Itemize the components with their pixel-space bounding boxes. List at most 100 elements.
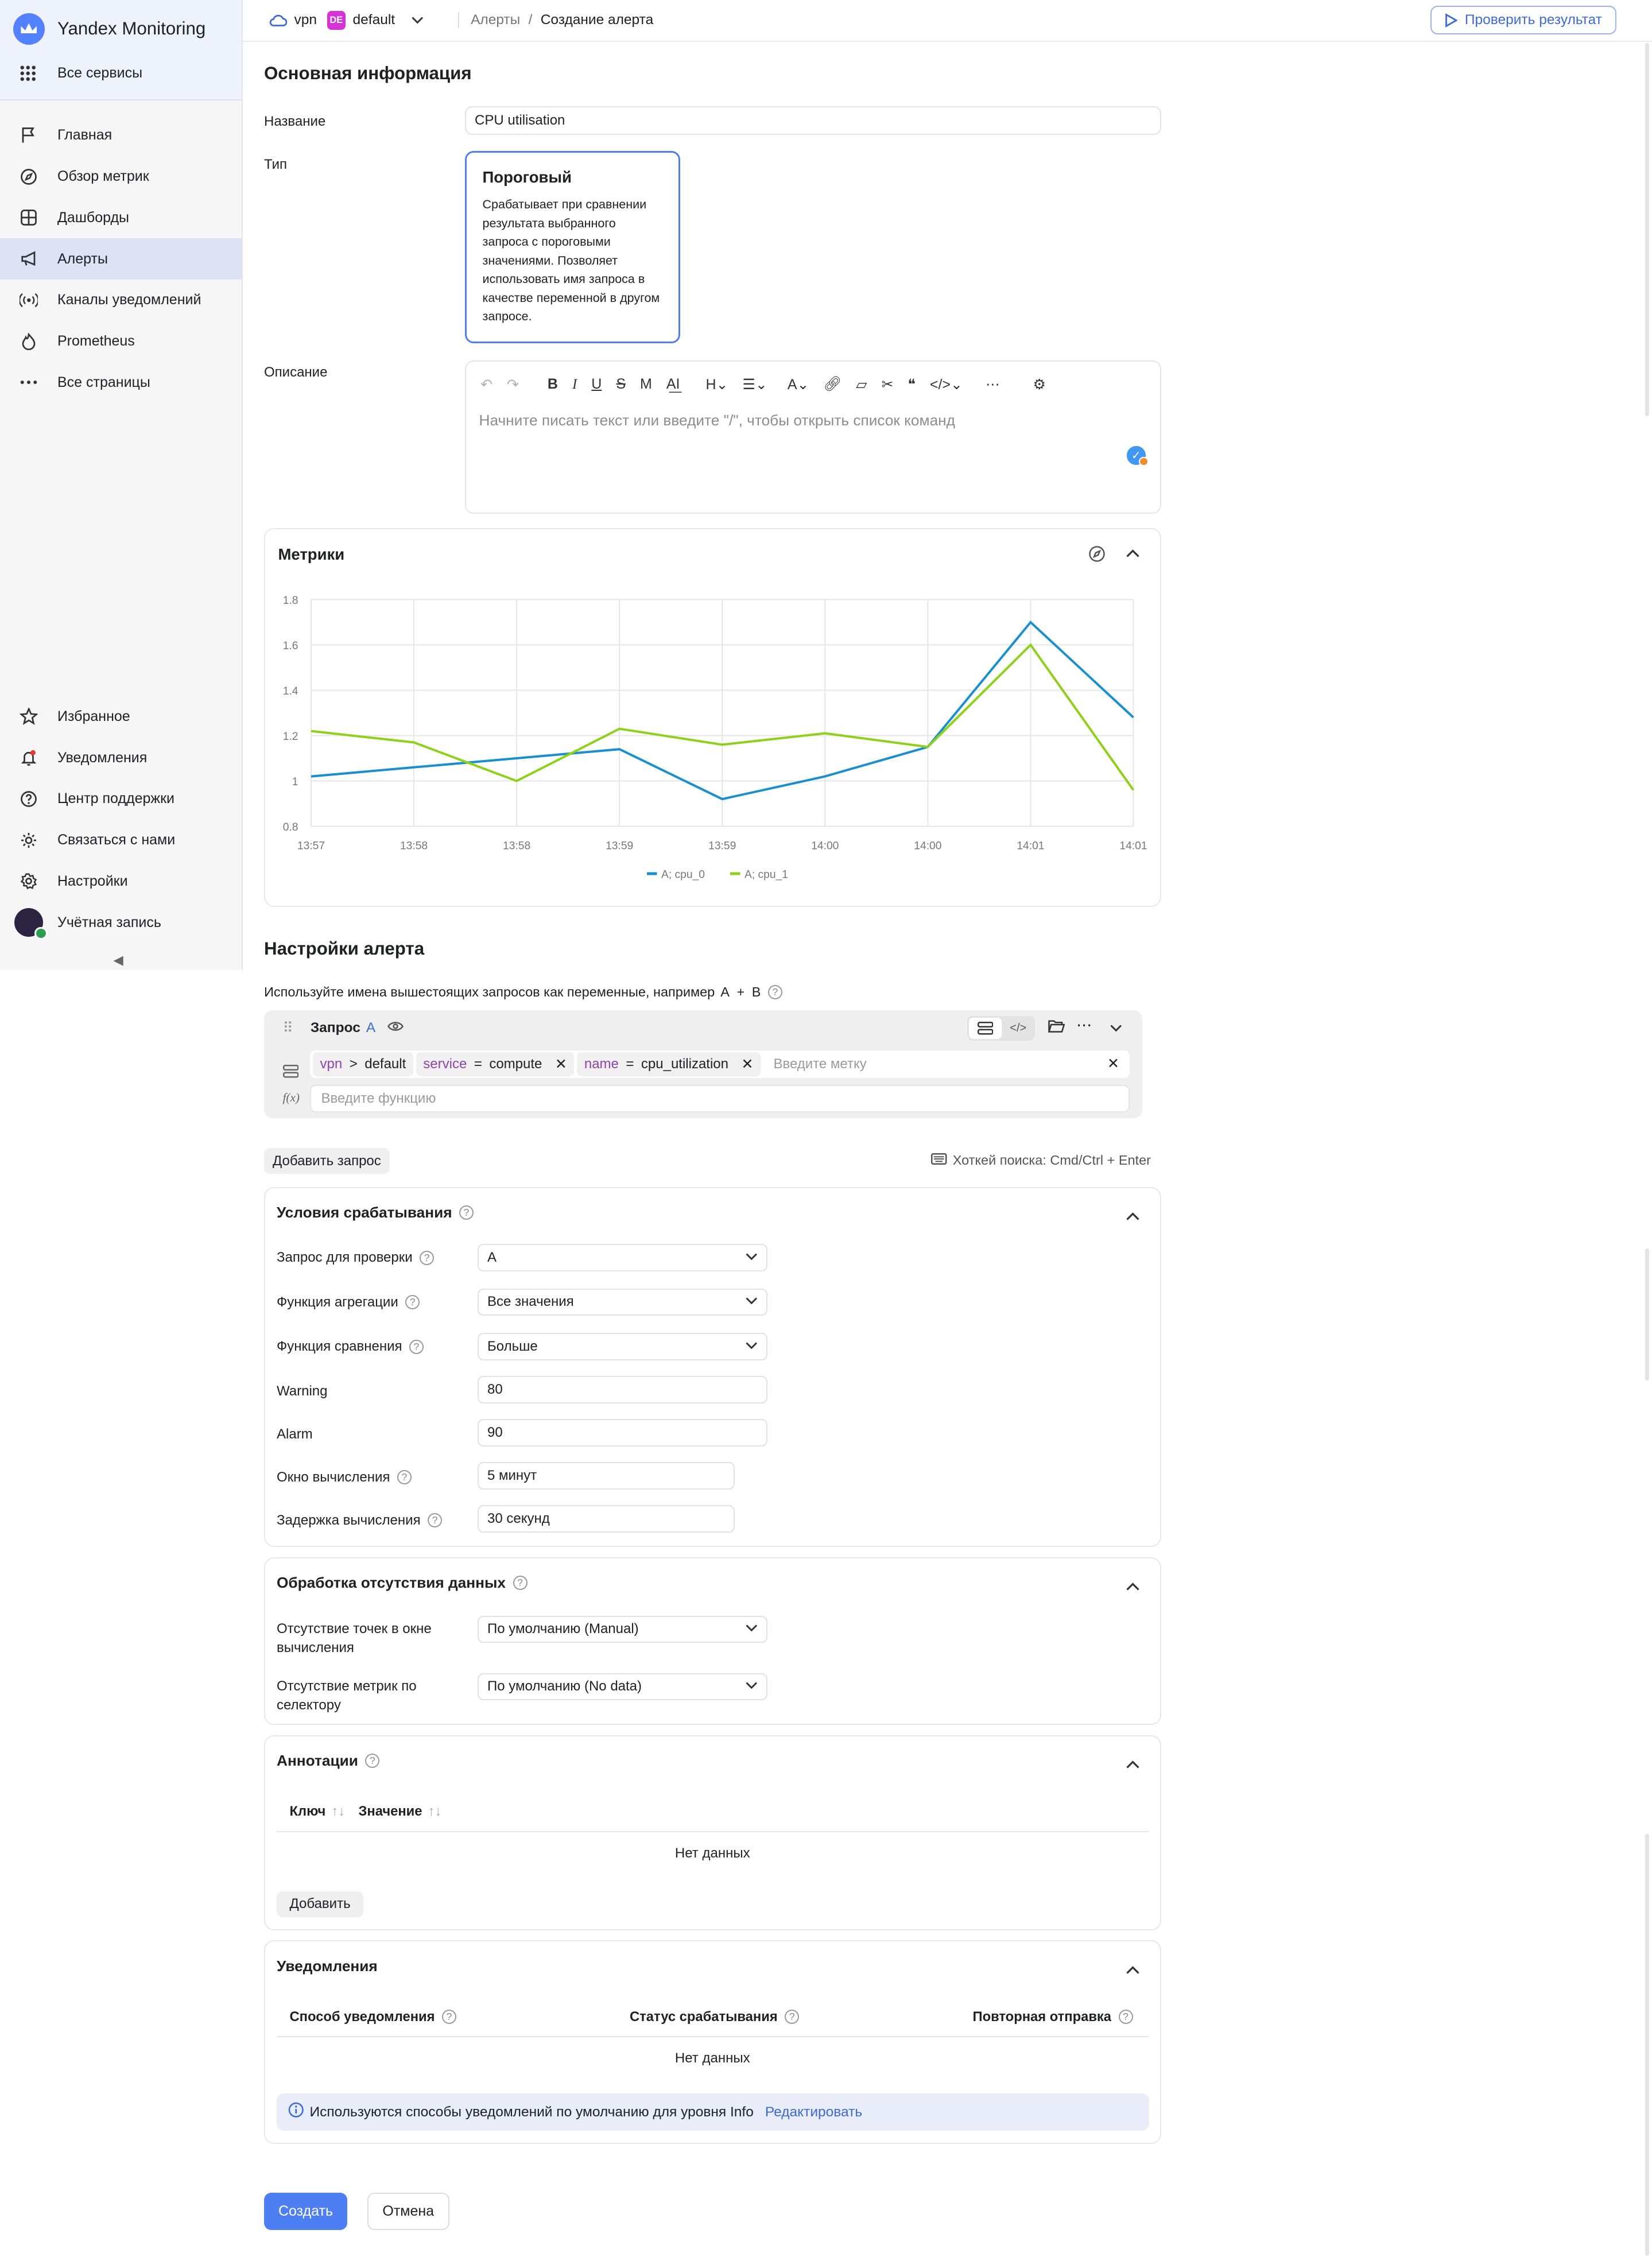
- close-icon[interactable]: ✕: [555, 1056, 567, 1073]
- sidebar-item-metrics[interactable]: Обзор метрик: [0, 156, 242, 197]
- strikethrough-icon[interactable]: S: [616, 376, 626, 393]
- sidebar-item-settings[interactable]: Настройки: [0, 861, 243, 902]
- condition-label-text: Окно вычисления: [277, 1469, 390, 1485]
- sidebar-item-notifications[interactable]: Уведомления: [0, 737, 243, 778]
- name-input[interactable]: CPU utilisation: [465, 106, 1161, 135]
- column-key[interactable]: Ключ ↑↓: [290, 1804, 346, 1820]
- underline-icon[interactable]: U: [591, 376, 602, 393]
- edit-link[interactable]: Редактировать: [765, 2104, 862, 2120]
- brand[interactable]: Yandex Monitoring: [0, 13, 242, 45]
- note-icon[interactable]: ▱: [856, 376, 867, 393]
- add-annotation-button[interactable]: Добавить: [277, 1891, 364, 1917]
- clear-icon[interactable]: ✕: [1107, 1055, 1119, 1072]
- chevron-up-icon[interactable]: [1126, 1577, 1140, 1595]
- window-input[interactable]: 5 минут: [478, 1462, 735, 1490]
- selector-tag-service[interactable]: service = compute ✕: [416, 1052, 575, 1076]
- select-value: Больше: [487, 1338, 538, 1354]
- aggregation-select[interactable]: Все значения: [478, 1288, 767, 1316]
- redo-icon[interactable]: ↷: [507, 376, 519, 393]
- bold-icon[interactable]: B: [548, 376, 558, 393]
- alarm-input[interactable]: 90: [478, 1419, 767, 1447]
- chevron-up-icon[interactable]: [1126, 1960, 1140, 1979]
- code-mode-icon[interactable]: </>: [1002, 1022, 1035, 1035]
- sidebar-item-label: Каналы уведомлений: [57, 292, 201, 308]
- text-size-icon[interactable]: A͟I: [666, 376, 680, 393]
- create-button[interactable]: Создать: [264, 2193, 347, 2230]
- chevron-up-icon[interactable]: [1126, 1207, 1140, 1225]
- cancel-button[interactable]: Отмена: [367, 2193, 449, 2230]
- eye-icon[interactable]: [387, 1020, 404, 1036]
- settings-icon[interactable]: ⚙: [1033, 376, 1045, 393]
- sidebar-item-channels[interactable]: Каналы уведомлений: [0, 280, 242, 321]
- breadcrumb-current: Создание алерта: [540, 12, 654, 28]
- code-icon[interactable]: </>⌄: [930, 376, 963, 393]
- sidebar-item-home[interactable]: Главная: [0, 115, 242, 156]
- check-result-button[interactable]: Проверить результат: [1430, 6, 1616, 34]
- spellcheck-icon[interactable]: ✓: [1127, 446, 1149, 466]
- type-card-threshold[interactable]: Пороговый Срабатывает при сравнении резу…: [465, 150, 680, 343]
- warning-input[interactable]: 80: [478, 1376, 767, 1403]
- help-icon[interactable]: ?: [767, 985, 782, 999]
- label-input[interactable]: Введите метку: [773, 1056, 866, 1072]
- more-icon[interactable]: ⋯: [1076, 1016, 1092, 1034]
- sidebar-item-alerts[interactable]: Алерты: [0, 238, 242, 280]
- chevron-down-icon[interactable]: [411, 16, 424, 25]
- selector-mode-icon[interactable]: [968, 1017, 1002, 1039]
- sidebar-item-account[interactable]: Учётная запись: [0, 902, 243, 943]
- help-icon[interactable]: ?: [442, 2010, 457, 2024]
- collapse-sidebar-icon[interactable]: ◀: [114, 953, 123, 968]
- sidebar-item-favorites[interactable]: Избранное: [0, 696, 243, 738]
- more-icon[interactable]: ⋯: [986, 376, 1000, 393]
- function-input[interactable]: Введите функцию: [310, 1085, 1130, 1112]
- project-name[interactable]: vpn: [294, 12, 317, 28]
- help-icon[interactable]: ?: [785, 2010, 800, 2024]
- undo-icon[interactable]: ↶: [480, 376, 493, 393]
- list-icon[interactable]: ☰⌄: [743, 376, 767, 393]
- nodata-metrics-select[interactable]: По умолчанию (No data): [478, 1673, 767, 1700]
- close-icon[interactable]: ✕: [742, 1056, 754, 1073]
- help-icon[interactable]: ?: [420, 1250, 435, 1265]
- column-value[interactable]: Значение ↑↓: [359, 1804, 442, 1820]
- input-value: 80: [487, 1381, 503, 1397]
- breadcrumb-alerts[interactable]: Алерты: [471, 12, 520, 28]
- help-icon[interactable]: ?: [365, 1754, 380, 1768]
- nodata-points-select[interactable]: По умолчанию (Manual): [478, 1615, 767, 1643]
- sidebar-item-support[interactable]: Центр поддержки: [0, 778, 243, 820]
- check-query-select[interactable]: A: [478, 1244, 767, 1271]
- help-icon[interactable]: ?: [397, 1470, 412, 1484]
- selector-project-folder[interactable]: vpn > default: [313, 1052, 413, 1076]
- help-icon[interactable]: ?: [513, 1576, 528, 1590]
- monospace-icon[interactable]: M: [640, 376, 652, 393]
- description-editor[interactable]: ↶ ↷ B I U S M A͟I H⌄ ☰⌄ A⌄ 🔗︎ ▱ ✂ ❝ </>⌄…: [465, 360, 1161, 514]
- italic-icon[interactable]: I: [572, 377, 577, 393]
- chevron-up-icon[interactable]: [1126, 1755, 1140, 1773]
- all-services-link[interactable]: Все сервисы: [0, 62, 242, 85]
- help-icon[interactable]: ?: [428, 1513, 443, 1527]
- scrollbar[interactable]: [1641, 43, 1652, 2256]
- comparison-select[interactable]: Больше: [478, 1333, 767, 1360]
- text-color-icon[interactable]: A⌄: [788, 376, 809, 393]
- add-query-button[interactable]: Добавить запрос: [264, 1148, 390, 1174]
- sidebar-item-all-pages[interactable]: Все страницы: [0, 362, 242, 404]
- input-value: 30 секунд: [487, 1510, 550, 1526]
- sidebar-header: Yandex Monitoring Все сервисы: [0, 0, 242, 100]
- folder-name[interactable]: default: [353, 12, 395, 28]
- x-tick-label: 13:59: [606, 840, 633, 852]
- sidebar-item-contact[interactable]: Связаться с нами: [0, 820, 243, 861]
- cut-icon[interactable]: ✂: [881, 376, 893, 393]
- drag-handle-icon[interactable]: ⠿: [283, 1019, 293, 1037]
- help-icon[interactable]: ?: [459, 1205, 474, 1220]
- help-icon[interactable]: ?: [1118, 2010, 1133, 2024]
- selector-tag-name[interactable]: name = cpu_utilization ✕: [577, 1052, 761, 1076]
- chevron-down-icon[interactable]: [1110, 1021, 1123, 1037]
- query-mode-switch: </>: [967, 1016, 1035, 1041]
- delay-input[interactable]: 30 секунд: [478, 1505, 735, 1533]
- heading-icon[interactable]: H⌄: [706, 376, 728, 393]
- link-icon[interactable]: 🔗︎: [824, 376, 842, 393]
- help-icon[interactable]: ?: [405, 1295, 420, 1309]
- sidebar-item-prometheus[interactable]: Prometheus: [0, 321, 242, 362]
- folder-open-icon[interactable]: [1048, 1019, 1065, 1037]
- quote-icon[interactable]: ❝: [908, 376, 915, 393]
- sidebar-item-dashboards[interactable]: Дашборды: [0, 197, 242, 239]
- help-icon[interactable]: ?: [409, 1339, 424, 1354]
